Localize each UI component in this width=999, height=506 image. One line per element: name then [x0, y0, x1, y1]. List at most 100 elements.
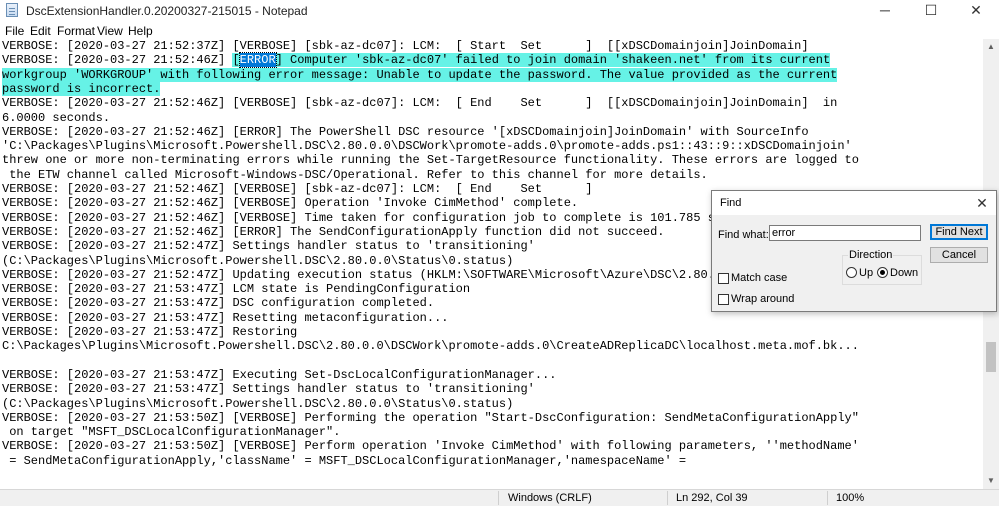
- line-text: 'C:\Packages\Plugins\Microsoft.Powershel…: [2, 139, 852, 154]
- highlighted-text: workgroup 'WORKGROUP' with following err…: [2, 67, 838, 82]
- menu-bar: File Edit Format View Help: [0, 21, 999, 39]
- text-line: VERBOSE: [2020-03-27 21:53:47Z] DSC conf…: [2, 296, 434, 310]
- line-text: VERBOSE: [2020-03-27 21:52:46Z] [VERBOSE…: [2, 182, 593, 196]
- line-text: VERBOSE: [2020-03-27 21:52:37Z] [VERBOSE…: [2, 39, 809, 53]
- find-dialog-close-button[interactable]: ✕: [968, 191, 996, 215]
- direction-down-label[interactable]: Down: [890, 267, 918, 279]
- window-title: DscExtensionHandler.0.20200327-215015 - …: [26, 4, 308, 18]
- text-line: VERBOSE: [2020-03-27 21:52:46Z] [ERROR] …: [2, 52, 831, 69]
- menu-view[interactable]: View: [97, 24, 123, 38]
- line-text: C:\Packages\Plugins\Microsoft.Powershell…: [2, 339, 859, 354]
- highlighted-text: ] Computer 'sbk-az-dc07' failed to join …: [275, 53, 831, 68]
- line-text: VERBOSE: [2020-03-27 21:53:47Z] LCM stat…: [2, 282, 471, 297]
- line-text: (C:\Packages\Plugins\Microsoft.Powershel…: [2, 396, 514, 411]
- line-text: on target "MSFT_DSCLocalConfigurationMan…: [2, 425, 341, 440]
- text-line: VERBOSE: [2020-03-27 21:52:46Z] [VERBOSE…: [2, 196, 578, 210]
- line-text: VERBOSE: [2020-03-27 21:53:47Z] Resettin…: [2, 310, 449, 325]
- text-line: VERBOSE: [2020-03-27 21:52:37Z] [VERBOSE…: [2, 39, 809, 53]
- direction-label: Direction: [848, 249, 894, 261]
- line-text: threw one or more non-terminating errors…: [2, 153, 859, 168]
- direction-down-radio[interactable]: [877, 267, 888, 278]
- minimize-button[interactable]: ─: [862, 0, 908, 21]
- line-ending-status: Windows (CRLF): [508, 492, 592, 504]
- line-text: 6.0000 seconds.: [2, 110, 111, 125]
- zoom-status: 100%: [836, 492, 865, 504]
- menu-edit[interactable]: Edit: [30, 24, 51, 38]
- menu-help[interactable]: Help: [128, 24, 153, 38]
- line-text: VERBOSE: [2020-03-27 21:52:47Z] Updating…: [2, 267, 795, 282]
- text-line: password is incorrect.: [2, 81, 161, 96]
- status-bar: Windows (CRLF) Ln 292, Col 39 100%: [0, 489, 999, 506]
- find-dialog: Find ✕ Find what: Find Next Cancel Direc…: [711, 190, 997, 312]
- match-case-label[interactable]: Match case: [731, 272, 787, 284]
- find-what-label: Find what:: [718, 229, 769, 241]
- line-text: VERBOSE: [2020-03-27 21:52:46Z] [VERBOSE…: [2, 210, 759, 225]
- direction-up-radio[interactable]: [846, 267, 857, 278]
- menu-file[interactable]: File: [5, 24, 24, 38]
- scroll-up-arrow-icon[interactable]: ▲: [983, 39, 999, 55]
- find-dialog-title: Find: [720, 197, 742, 209]
- line-text: (C:\Packages\Plugins\Microsoft.Powershel…: [2, 253, 514, 268]
- text-line: the ETW channel called Microsoft-Windows…: [2, 168, 708, 182]
- text-line: (C:\Packages\Plugins\Microsoft.Powershel…: [2, 254, 513, 268]
- text-line: VERBOSE: [2020-03-27 21:52:47Z] Updating…: [2, 268, 794, 282]
- text-line: on target "MSFT_DSCLocalConfigurationMan…: [2, 425, 340, 439]
- line-text: VERBOSE: [2020-03-27 21:52:47Z] Settings…: [2, 239, 535, 254]
- text-line: VERBOSE: [2020-03-27 21:52:46Z] [VERBOSE…: [2, 182, 593, 196]
- notepad-icon: [6, 3, 18, 17]
- line-text: VERBOSE: [2020-03-27 21:53:50Z] [VERBOSE…: [2, 410, 859, 425]
- highlighted-text: [: [232, 53, 240, 68]
- text-line: threw one or more non-terminating errors…: [2, 153, 859, 167]
- line-text: VERBOSE: [2020-03-27 21:52:46Z] [ERROR] …: [2, 224, 665, 239]
- title-bar: DscExtensionHandler.0.20200327-215015 - …: [0, 0, 999, 21]
- text-line: VERBOSE: [2020-03-27 21:53:47Z] Restorin…: [2, 325, 297, 339]
- text-line: C:\Packages\Plugins\Microsoft.Powershell…: [2, 339, 859, 353]
- scroll-down-arrow-icon[interactable]: ▼: [983, 473, 999, 489]
- line-text: VERBOSE: [2020-03-27 21:52:46Z]: [2, 53, 233, 68]
- text-line: 'C:\Packages\Plugins\Microsoft.Powershel…: [2, 139, 852, 153]
- close-button[interactable]: ✕: [953, 0, 999, 21]
- text-line: VERBOSE: [2020-03-27 21:52:46Z] [ERROR] …: [2, 125, 809, 139]
- text-line: VERBOSE: [2020-03-27 21:52:46Z] [VERBOSE…: [2, 96, 837, 110]
- maximize-button[interactable]: ☐: [908, 0, 954, 21]
- text-line: = SendMetaConfigurationApply,'className'…: [2, 454, 686, 468]
- status-separator: [667, 491, 668, 505]
- match-case-checkbox[interactable]: [718, 273, 729, 284]
- text-line: VERBOSE: [2020-03-27 21:53:47Z] Resettin…: [2, 311, 448, 325]
- text-line: VERBOSE: [2020-03-27 21:52:47Z] Settings…: [2, 239, 535, 253]
- text-line: VERBOSE: [2020-03-27 21:53:50Z] [VERBOSE…: [2, 439, 859, 453]
- line-text: the ETW channel called Microsoft-Windows…: [2, 167, 708, 182]
- direction-up-label[interactable]: Up: [859, 267, 873, 279]
- line-text: VERBOSE: [2020-03-27 21:53:50Z] [VERBOSE…: [2, 439, 859, 454]
- text-line: (C:\Packages\Plugins\Microsoft.Powershel…: [2, 397, 513, 411]
- status-separator: [498, 491, 499, 505]
- text-line: VERBOSE: [2020-03-27 21:52:46Z] [VERBOSE…: [2, 211, 758, 225]
- find-next-button[interactable]: Find Next: [930, 224, 988, 240]
- text-line: VERBOSE: [2020-03-27 21:53:47Z] Executin…: [2, 368, 557, 382]
- text-line: VERBOSE: [2020-03-27 21:52:46Z] [ERROR] …: [2, 225, 665, 239]
- line-text: VERBOSE: [2020-03-27 21:53:47Z] Executin…: [2, 367, 557, 382]
- selected-text: ERROR: [238, 52, 277, 69]
- status-separator: [827, 491, 828, 505]
- text-line: 6.0000 seconds.: [2, 111, 110, 125]
- line-text: VERBOSE: [2020-03-27 21:53:47Z] Restorin…: [2, 325, 298, 339]
- find-what-input[interactable]: [769, 225, 921, 241]
- text-line: VERBOSE: [2020-03-27 21:53:47Z] Settings…: [2, 382, 535, 396]
- wrap-around-checkbox[interactable]: [718, 294, 729, 305]
- line-text: VERBOSE: [2020-03-27 21:52:46Z] [ERROR] …: [2, 124, 809, 139]
- text-line: workgroup 'WORKGROUP' with following err…: [2, 67, 838, 82]
- cursor-position-status: Ln 292, Col 39: [676, 492, 748, 504]
- highlighted-text: password is incorrect.: [2, 81, 161, 96]
- text-line: VERBOSE: [2020-03-27 21:53:50Z] [VERBOSE…: [2, 411, 859, 425]
- find-dialog-title-bar[interactable]: Find ✕: [712, 191, 996, 215]
- line-text: VERBOSE: [2020-03-27 21:53:47Z] Settings…: [2, 382, 535, 397]
- cancel-button[interactable]: Cancel: [930, 247, 988, 263]
- line-text: = SendMetaConfigurationApply,'className'…: [2, 453, 687, 468]
- text-line: VERBOSE: [2020-03-27 21:53:47Z] LCM stat…: [2, 282, 470, 296]
- line-text: VERBOSE: [2020-03-27 21:52:46Z] [VERBOSE…: [2, 96, 838, 111]
- wrap-around-label[interactable]: Wrap around: [731, 293, 794, 305]
- line-text: VERBOSE: [2020-03-27 21:53:47Z] DSC conf…: [2, 296, 435, 311]
- scrollbar-thumb[interactable]: [986, 342, 996, 372]
- menu-format[interactable]: Format: [57, 24, 95, 38]
- line-text: VERBOSE: [2020-03-27 21:52:46Z] [VERBOSE…: [2, 196, 579, 211]
